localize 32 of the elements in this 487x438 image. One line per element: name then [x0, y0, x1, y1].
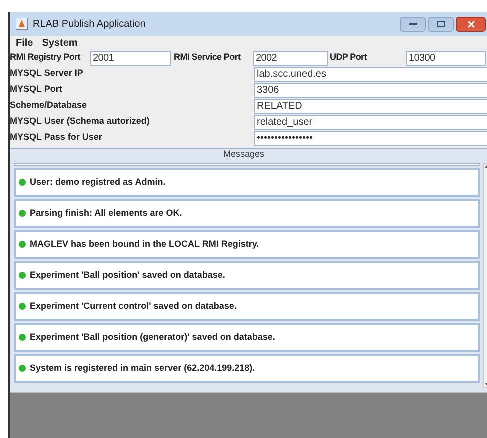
field-label: UDP Port	[329, 51, 368, 64]
message-text: Parsing finish: All elements are OK.	[30, 206, 182, 220]
field-label: MYSQL Server IP	[10, 67, 84, 80]
field-label: RMI Registry Port	[10, 51, 82, 64]
close-button[interactable]	[456, 16, 486, 32]
input-field[interactable]: 2002	[253, 50, 328, 66]
input-field[interactable]: lab.scc.uned.es	[254, 66, 487, 82]
field-label: MYSQL User (Schema autorized)	[10, 115, 151, 128]
message-text: MAGLEV has been bound in the LOCAL RMI Registry.	[30, 238, 260, 251]
app-icon	[16, 18, 28, 30]
message-text: Experiment 'Ball position' saved on database.	[30, 268, 226, 282]
minimize-button[interactable]	[400, 16, 426, 32]
window-title: RLAB Publish Application	[33, 18, 146, 32]
input-field[interactable]: related_user	[254, 114, 487, 130]
panel-title: Messages	[222, 149, 266, 160]
field-label: MYSQL Port	[10, 83, 64, 96]
message-text: Experiment 'Current control' saved on database.	[30, 300, 237, 313]
input-field[interactable]: 2001	[90, 50, 171, 66]
input-field[interactable]: ••••••••••••••••	[254, 130, 487, 146]
message-text: Experiment 'Ball position (generator)' saved on database.	[30, 330, 276, 344]
close-icon	[468, 20, 474, 28]
menu-item[interactable]: System	[42, 36, 78, 50]
message-text: System is registered in main server (62.204.199.218).	[30, 362, 256, 375]
field-label: MYSQL Pass for User	[10, 131, 104, 144]
input-field[interactable]: 3306	[254, 82, 487, 98]
menu-item[interactable]: File	[16, 36, 34, 50]
maximize-button[interactable]	[428, 16, 454, 32]
input-field[interactable]: RELATED	[254, 98, 487, 114]
field-label: Scheme/Database	[10, 99, 88, 112]
message-text: User: demo registred as Admin.	[30, 176, 166, 189]
field-label: RMI Service Port	[173, 51, 242, 64]
input-field[interactable]: 10300	[406, 50, 486, 66]
